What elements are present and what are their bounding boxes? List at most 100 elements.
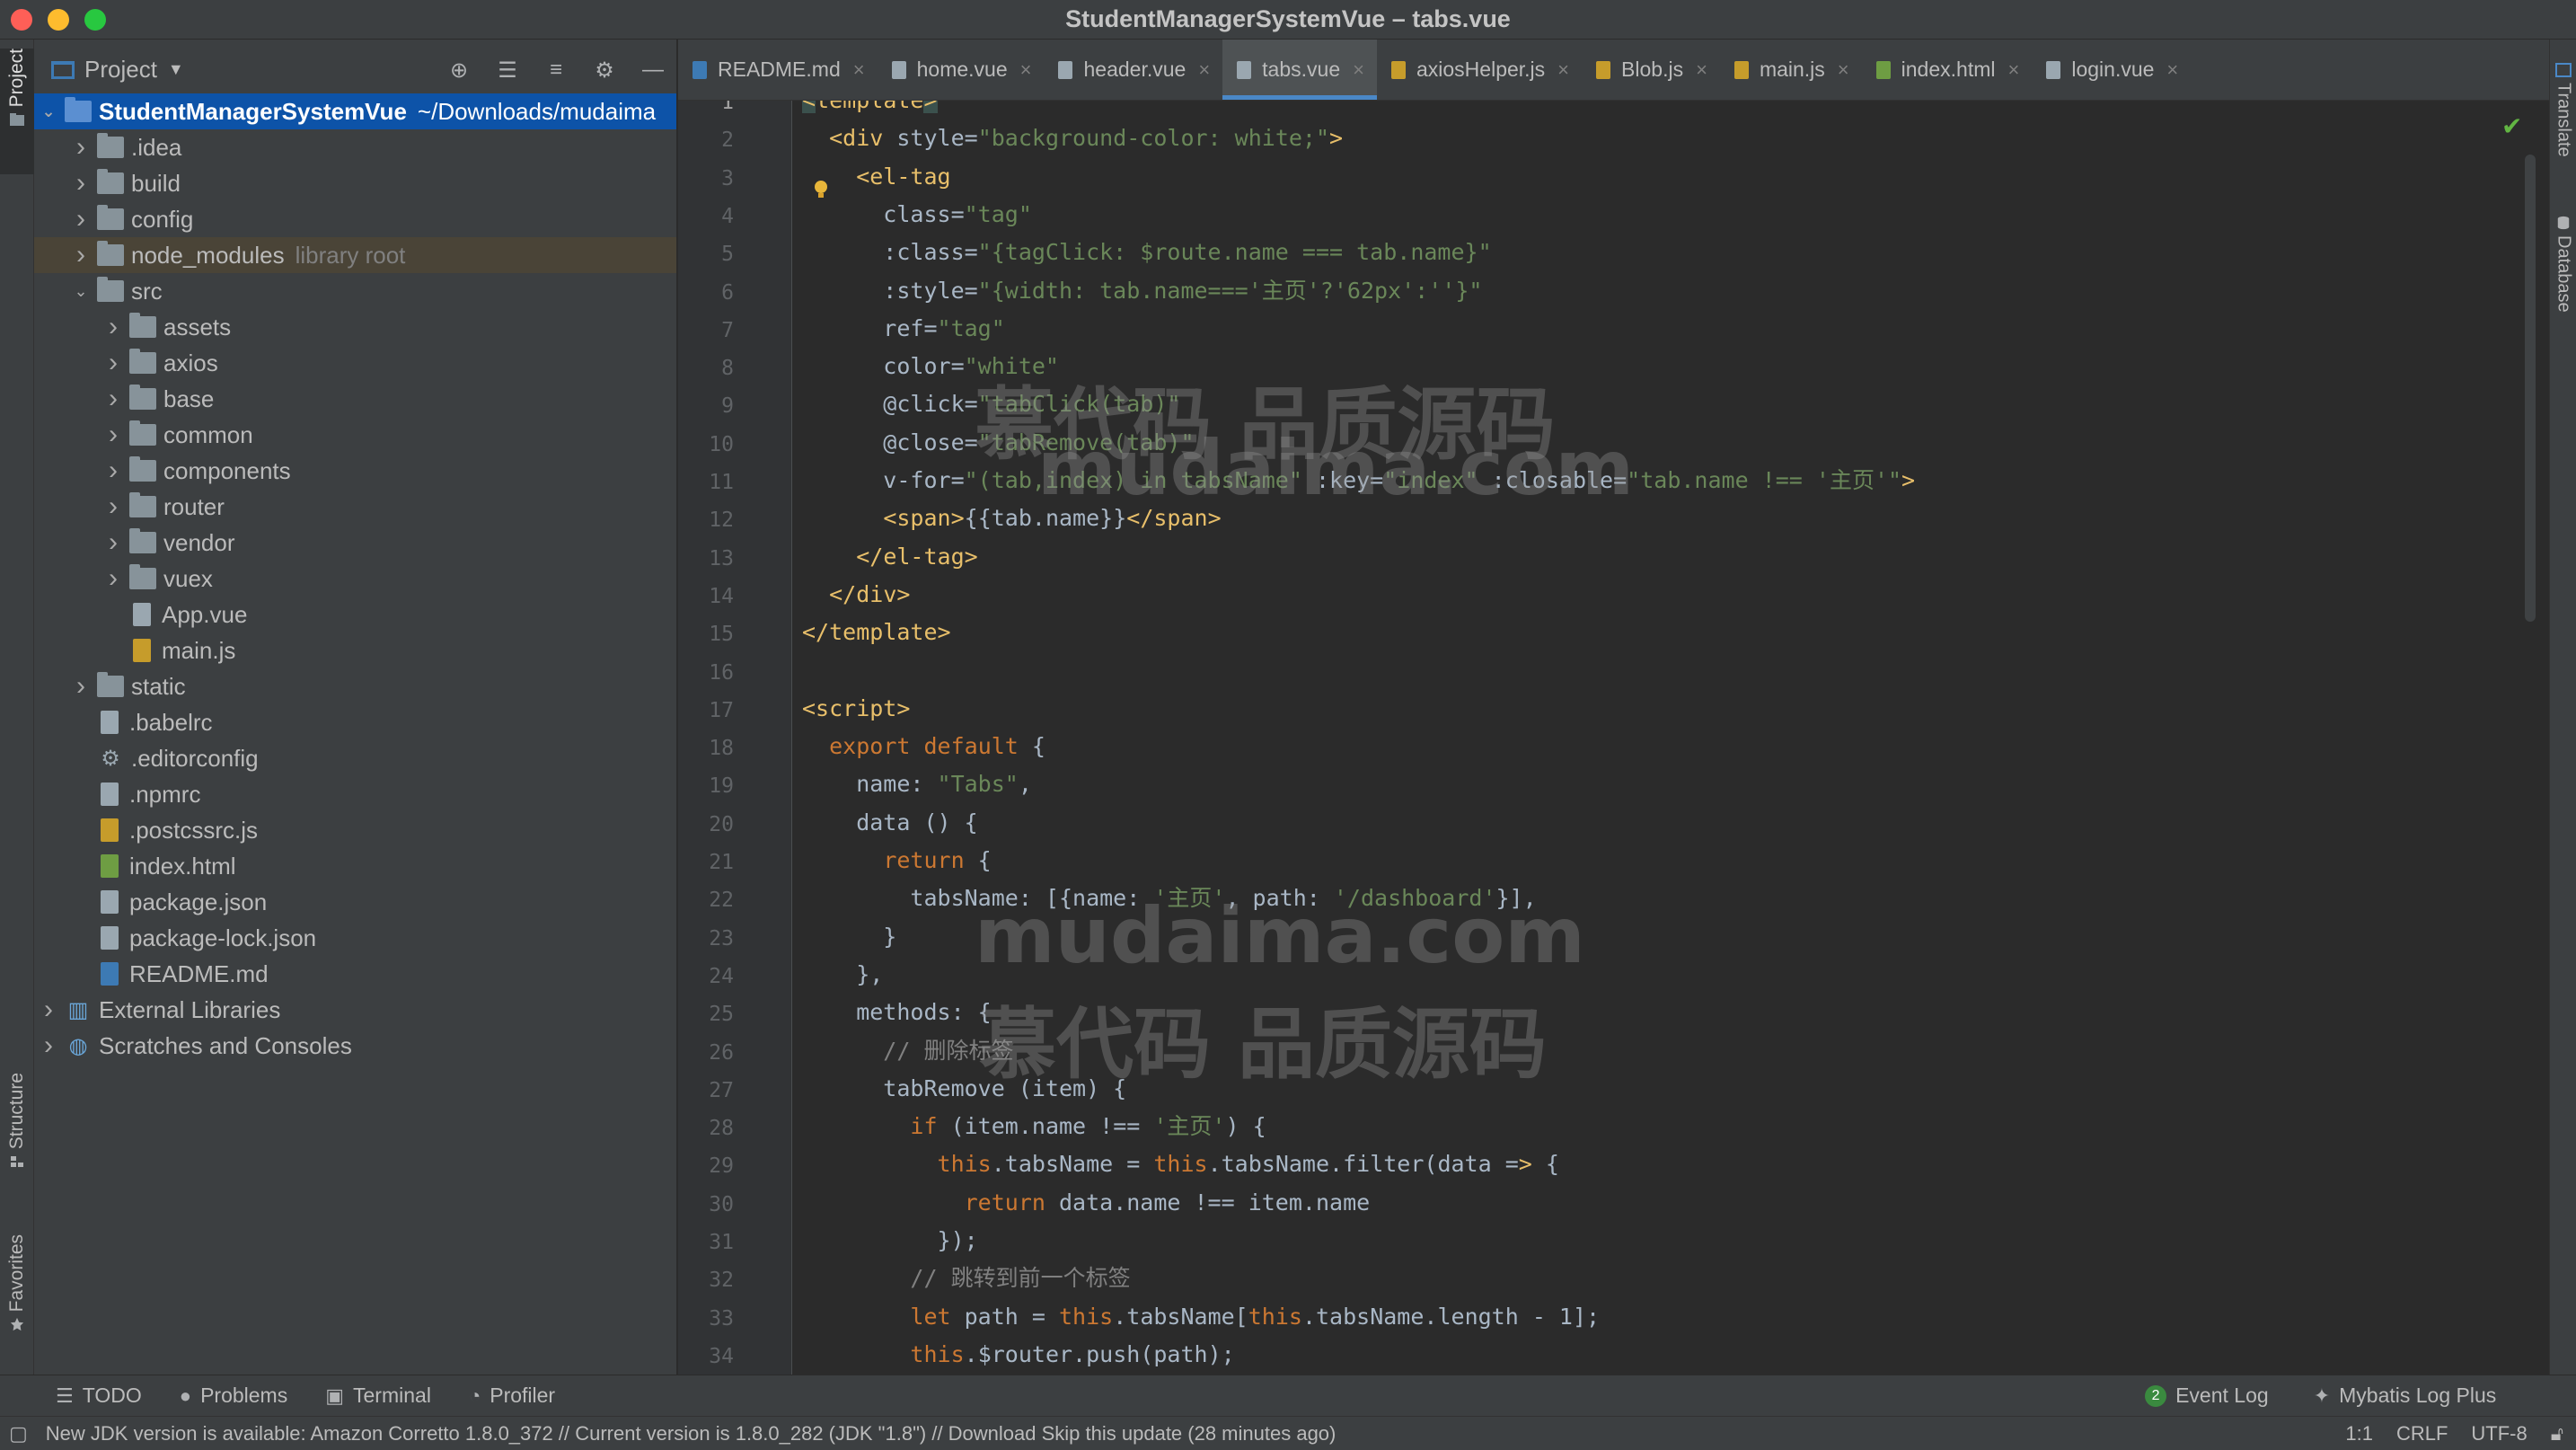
tree-item[interactable]: › node_modules library root [34,237,676,273]
gear-icon[interactable]: ⚙ [590,56,619,84]
collapse-all-icon[interactable]: ≡ [542,56,570,84]
favorites-tool-tab[interactable]: Favorites [0,1234,34,1396]
terminal-tool-button[interactable]: ▣ Terminal [325,1384,431,1408]
chevron-right-icon[interactable]: › [104,455,122,486]
tree-item[interactable]: › ◍ Scratches and Consoles [34,1028,676,1064]
chevron-right-icon[interactable]: › [104,527,122,558]
left-tool-strip: Project Structure Favorites [0,40,34,1375]
close-icon[interactable]: × [1696,58,1707,82]
tree-item[interactable]: › axios [34,345,676,381]
translate-tool-tab[interactable]: Translate [2550,57,2576,219]
code-area[interactable]: <template> <div style="background-color:… [802,101,2536,1375]
close-icon[interactable]: × [1198,58,1210,82]
chevron-right-icon[interactable]: › [104,491,122,522]
expand-all-icon[interactable]: ☰ [493,56,522,84]
status-message[interactable]: New JDK version is available: Amazon Cor… [46,1422,1337,1446]
tree-item[interactable]: › router [34,489,676,525]
chevron-down-icon[interactable]: ⌄ [72,282,90,301]
editor-tab[interactable]: home.vue × [878,40,1045,100]
hide-panel-icon[interactable]: — [639,56,667,84]
code-line: return data.name !== item.name [964,1189,1371,1216]
mybatis-log-button[interactable]: ✦ Mybatis Log Plus [2314,1384,2497,1408]
event-log-button[interactable]: 2 Event Log [2145,1384,2269,1408]
tree-item[interactable]: App.vue [34,597,676,632]
tree-item[interactable]: index.html [34,848,676,884]
chevron-right-icon[interactable]: › [104,384,122,414]
tree-item[interactable]: ⌄ StudentManagerSystemVue ~/Downloads/muda… [34,93,676,129]
lock-icon[interactable]: 🔓︎ [2551,1422,2563,1446]
structure-icon [11,1156,23,1168]
tree-item[interactable]: .postcssrc.js [34,812,676,848]
locate-file-icon[interactable]: ⊕ [445,56,473,84]
folder-icon [97,169,124,194]
editor-tab[interactable]: header.vue × [1044,40,1222,100]
tree-item[interactable]: › build [34,165,676,201]
caret-position[interactable]: 1:1 [2345,1422,2373,1446]
inspection-ok-icon[interactable]: ✔ [2501,111,2522,141]
close-icon[interactable]: × [1353,58,1364,82]
structure-tool-tab[interactable]: Structure [0,1073,34,1252]
todo-tool-button[interactable]: ☰ TODO [56,1384,142,1408]
chevron-down-icon[interactable]: ▼ [168,60,184,79]
structure-tool-label: Structure [6,1073,27,1150]
tree-item[interactable]: .babelrc [34,704,676,740]
close-icon[interactable]: × [2166,58,2178,82]
tree-item[interactable]: ⚙ .editorconfig [34,740,676,776]
editor-scrollbar[interactable] [2525,155,2536,622]
tree-item[interactable]: › common [34,417,676,453]
chevron-right-icon[interactable]: › [72,132,90,163]
database-tool-tab[interactable]: Database [2550,210,2576,390]
close-icon[interactable]: × [2007,58,2019,82]
editor-tab[interactable]: main.js × [1720,40,1862,100]
chevron-right-icon[interactable]: › [104,312,122,342]
file-encoding[interactable]: UTF-8 [2471,1422,2527,1446]
editor-tab[interactable]: Blob.js × [1582,40,1720,100]
tree-item[interactable]: package-lock.json [34,920,676,956]
toggle-tool-windows-icon[interactable]: ▢ [9,1422,28,1446]
tree-item[interactable]: › ▥ External Libraries [34,992,676,1028]
tree-item[interactable]: ⌄ src [34,273,676,309]
project-view-selector[interactable]: Project [84,56,157,84]
tree-item[interactable]: package.json [34,884,676,920]
chevron-right-icon[interactable]: › [72,240,90,270]
tree-item[interactable]: › base [34,381,676,417]
chevron-right-icon[interactable]: › [104,420,122,450]
problems-tool-button[interactable]: ● Problems [180,1384,287,1408]
line-separator[interactable]: CRLF [2396,1422,2448,1446]
close-window-button[interactable] [11,9,32,31]
tree-item[interactable]: › config [34,201,676,237]
tree-item[interactable]: › components [34,453,676,489]
close-icon[interactable]: × [1838,58,1849,82]
tree-item[interactable]: › vendor [34,525,676,561]
tree-item[interactable]: › vuex [34,561,676,597]
editor-tab[interactable]: index.html × [1862,40,2033,100]
editor-tab[interactable]: axiosHelper.js × [1377,40,1582,100]
profiler-tool-button[interactable]: ◔ Profiler [469,1384,555,1408]
chevron-right-icon[interactable]: › [72,168,90,199]
chevron-right-icon[interactable]: › [72,204,90,234]
tree-item[interactable]: › .idea [34,129,676,165]
chevron-right-icon[interactable]: › [104,348,122,378]
tree-item[interactable]: main.js [34,632,676,668]
chevron-down-icon[interactable]: ⌄ [40,102,57,121]
project-tool-tab[interactable]: Project [0,49,34,174]
tree-item[interactable]: › assets [34,309,676,345]
editor-tab[interactable]: tabs.vue × [1222,40,1377,100]
zoom-window-button[interactable] [84,9,106,31]
tree-item[interactable]: › static [34,668,676,704]
chevron-right-icon[interactable]: › [40,995,57,1025]
chevron-right-icon[interactable]: › [40,1030,57,1061]
chevron-right-icon[interactable]: › [72,671,90,702]
chevron-right-icon[interactable]: › [104,563,122,594]
close-icon[interactable]: × [1557,58,1569,82]
code-line: this.tabsName = this.tabsName.filter(dat… [937,1151,1559,1177]
code-line: </template> [802,619,951,645]
editor-tab[interactable]: README.md × [678,40,878,100]
editor-tab[interactable]: login.vue × [2032,40,2191,100]
minimize-window-button[interactable] [48,9,69,31]
code-editor[interactable]: 1 2 3 4 5 6 7 8 9 10 11 12 13 14 15 16 17 18 19 20 21 22 23 24 2… [678,101,2549,1375]
tree-item[interactable]: README.md [34,956,676,992]
close-icon[interactable]: × [1020,58,1032,82]
tree-item[interactable]: .npmrc [34,776,676,812]
close-icon[interactable]: × [853,58,865,82]
